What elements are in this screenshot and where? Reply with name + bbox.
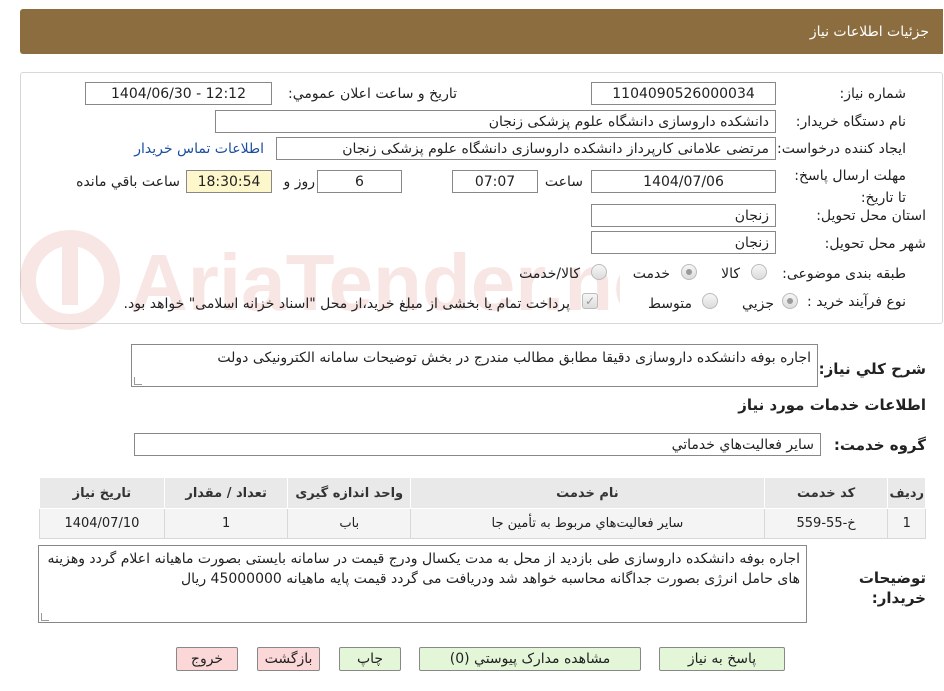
remaining-label: ساعت باقي مانده	[76, 174, 180, 190]
services-section-title: اطلاعات خدمات مورد نياز	[738, 396, 926, 414]
summary-textarea[interactable]: اجاره بوفه دانشکده داروسازی دقیقا مطابق …	[131, 344, 818, 387]
cell-quantity: 1	[163, 508, 289, 539]
col-unit-header: واحد اندازه گيری	[287, 477, 412, 509]
cell-service-code: خ-55-559	[763, 508, 889, 539]
need-number-field[interactable]: 1104090526000034	[591, 82, 776, 105]
creator-label: ايجاد کننده درخواست:	[777, 141, 906, 157]
back-button[interactable]: بازگشت	[257, 647, 320, 671]
category-service-label: خدمت	[632, 266, 670, 282]
cell-unit: باب	[287, 508, 412, 539]
category-goods-radio[interactable]	[751, 264, 767, 280]
service-group-field[interactable]: ساير فعاليت‌هاي خدماتي	[134, 433, 821, 456]
cell-service-name: ساير فعاليت‌هاي مربوط به تأمين جا	[410, 508, 765, 539]
col-row-header: رديف	[887, 477, 926, 509]
buyer-org-label: نام دستگاه خريدار:	[795, 114, 906, 130]
attachments-button[interactable]: مشاهده مدارک پيوستي (0)	[419, 647, 641, 671]
col-code-header: کد خدمت	[763, 477, 889, 509]
days-label: روز و	[283, 174, 316, 190]
treasury-payment-note: پرداخت تمام يا بخشی از مبلغ خريد،از محل …	[123, 296, 570, 312]
category-both-radio[interactable]	[591, 264, 607, 280]
services-table: رديف کد خدمت نام خدمت واحد اندازه گيری ت…	[39, 477, 926, 539]
col-qty-header: تعداد / مقدار	[163, 477, 289, 509]
purchase-medium-label: متوسط	[648, 296, 692, 312]
category-service-radio[interactable]	[681, 264, 697, 280]
resize-handle-icon[interactable]	[41, 613, 49, 621]
reply-button[interactable]: پاسخ به نياز	[659, 647, 785, 671]
city-field[interactable]: زنجان	[591, 231, 776, 254]
category-both-label: کالا/خدمت	[519, 266, 580, 282]
buyer-org-field[interactable]: دانشکده داروسازی دانشگاه علوم پزشکی زنجا…	[215, 110, 776, 133]
buyer-notes-label: توضيحات خريدار:	[858, 569, 926, 607]
exit-button[interactable]: خروج	[176, 647, 238, 671]
service-group-label: گروه خدمت:	[833, 436, 926, 454]
announce-label: تاریخ و ساعت اعلان عمومي:	[288, 86, 457, 102]
purchase-minor-label: جزيي	[742, 296, 774, 312]
col-name-header: نام خدمت	[410, 477, 765, 509]
summary-text: اجاره بوفه دانشکده داروسازی دقیقا مطابق …	[217, 350, 811, 366]
category-goods-label: کالا	[721, 266, 740, 282]
purchase-type-label: نوع فرآيند خريد :	[807, 294, 906, 310]
purchase-medium-radio[interactable]	[702, 293, 718, 309]
page-header: جزئیات اطلاعات نیاز	[20, 9, 943, 54]
category-label: طبقه بندی موضوعی:	[782, 266, 906, 282]
remaining-time-field[interactable]: 18:30:54	[186, 170, 272, 193]
cell-need-date: 1404/07/10	[39, 508, 165, 539]
creator-field[interactable]: مرتضی علامانی کارپرداز دانشکده داروسازی …	[276, 137, 776, 160]
print-button[interactable]: چاپ	[339, 647, 401, 671]
summary-label: شرح کلي نياز:	[818, 360, 926, 378]
cell-row-number: 1	[887, 508, 926, 539]
days-remaining-field[interactable]: 6	[317, 170, 402, 193]
province-field[interactable]: زنجان	[591, 204, 776, 227]
table-header-row: رديف کد خدمت نام خدمت واحد اندازه گيری ت…	[39, 477, 926, 509]
city-label: شهر محل تحويل:	[824, 236, 926, 252]
deadline-date-field[interactable]: 1404/07/06	[591, 170, 776, 193]
col-date-header: تاريخ نياز	[39, 477, 165, 509]
deadline-time-label: ساعت	[544, 174, 583, 190]
buyer-notes-textarea[interactable]: اجاره بوفه دانشکده داروسازی طی بازدید از…	[38, 545, 807, 623]
buyer-notes-text: اجاره بوفه دانشکده داروسازی طی بازدید از…	[47, 551, 800, 587]
page-title: جزئیات اطلاعات نیاز	[809, 23, 929, 40]
table-row[interactable]: 1 خ-55-559 ساير فعاليت‌هاي مربوط به تأمي…	[39, 508, 926, 539]
province-label: استان محل تحويل:	[816, 208, 926, 224]
announce-field[interactable]: 1404/06/30 - 12:12	[85, 82, 272, 105]
deadline-time-field[interactable]: 07:07	[452, 170, 538, 193]
purchase-minor-radio[interactable]	[782, 293, 798, 309]
need-number-label: شماره نیاز:	[839, 86, 907, 102]
buyer-contact-link[interactable]: اطلاعات تماس خريدار	[134, 141, 264, 157]
treasury-payment-checkbox[interactable]: ✓	[582, 293, 598, 309]
resize-handle-icon[interactable]	[134, 377, 142, 385]
deadline-label: مهلت ارسال پاسخ: تا تاريخ:	[794, 168, 906, 206]
